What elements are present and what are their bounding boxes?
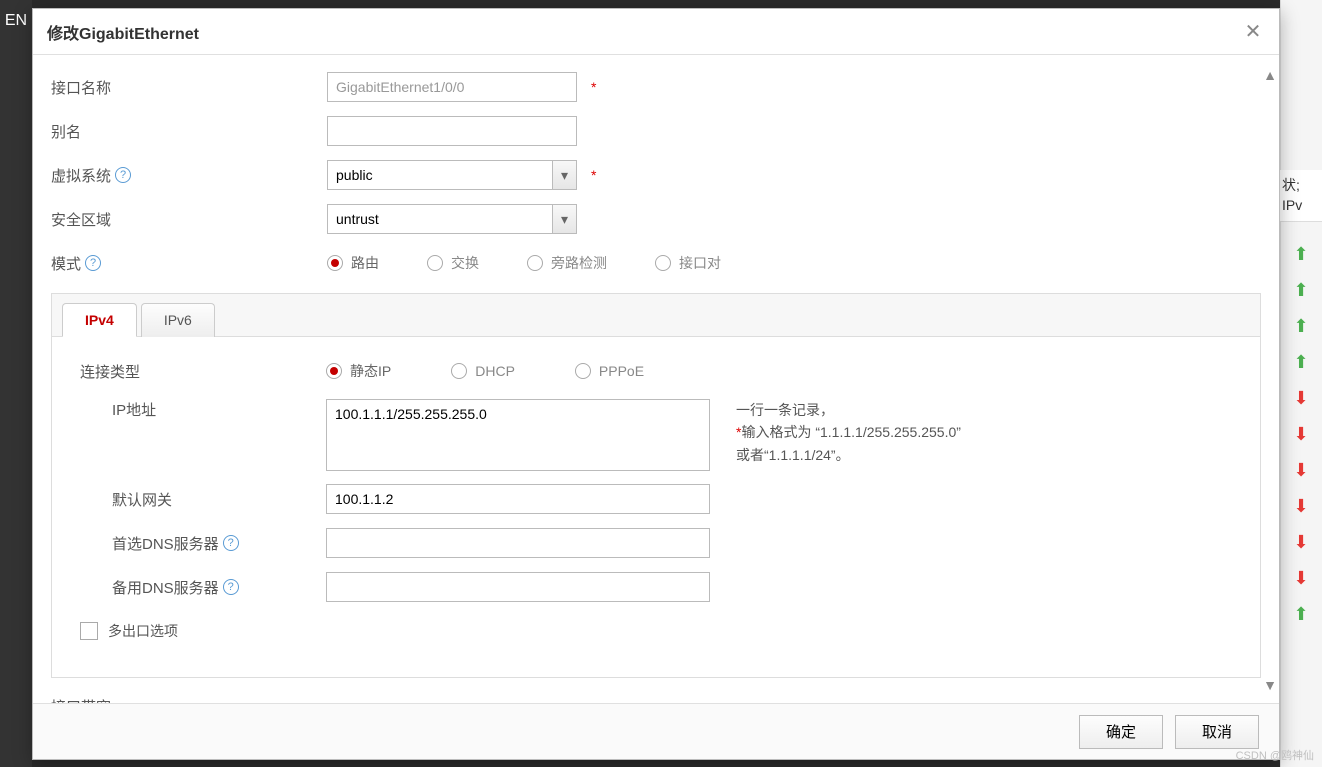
help-icon[interactable]: ? — [223, 535, 239, 551]
watermark: CSDN @鸥神仙 — [1236, 747, 1314, 763]
row-multi-exit: 多出口选项 — [80, 615, 1242, 647]
close-icon[interactable]: ✕ — [1241, 19, 1265, 44]
radio-dhcp[interactable]: DHCP — [451, 363, 515, 379]
arrow-down-icon: ⬇ — [1286, 416, 1316, 452]
row-mode: 模式 ? 路由 交换 旁路检测 接口对 — [51, 247, 1261, 279]
radio-mode-route[interactable]: 路由 — [327, 253, 379, 273]
status-arrows: ⬆ ⬆ ⬆ ⬆ ⬇ ⬇ ⬇ ⬇ ⬇ ⬇ ⬆ — [1286, 236, 1316, 632]
input-dns1[interactable] — [326, 528, 710, 558]
radio-pppoe[interactable]: PPPoE — [575, 363, 644, 379]
arrow-down-icon: ⬇ — [1286, 488, 1316, 524]
ip-tab-container: IPv4 IPv6 连接类型 静态IP DHCP PPPoE IP地址 — [51, 293, 1261, 678]
arrow-up-icon: ⬆ — [1286, 344, 1316, 380]
help-icon[interactable]: ? — [115, 167, 131, 183]
select-vsys-value[interactable] — [328, 161, 552, 189]
input-gateway[interactable] — [326, 484, 710, 514]
textarea-ip-address[interactable] — [326, 399, 710, 471]
radio-static-ip[interactable]: 静态IP — [326, 361, 391, 381]
label-gateway: 默认网关 — [80, 489, 326, 510]
ok-button[interactable]: 确定 — [1079, 715, 1163, 749]
tab-ipv4[interactable]: IPv4 — [62, 303, 137, 337]
label-alias: 别名 — [51, 121, 327, 142]
help-icon[interactable]: ? — [85, 255, 101, 271]
select-vsys[interactable]: ▾ — [327, 160, 577, 190]
checkbox-box[interactable] — [80, 622, 98, 640]
label-zone: 安全区域 — [51, 209, 327, 230]
tab-ipv6[interactable]: IPv6 — [141, 303, 215, 337]
radio-mode-switch[interactable]: 交换 — [427, 253, 479, 273]
label-dns2: 备用DNS服务器 ? — [80, 577, 326, 598]
row-zone: 安全区域 ▾ — [51, 203, 1261, 235]
input-alias[interactable] — [327, 116, 577, 146]
arrow-down-icon: ⬇ — [1286, 380, 1316, 416]
dialog-footer: 确定 取消 — [33, 703, 1279, 759]
help-icon[interactable]: ? — [223, 579, 239, 595]
input-dns2[interactable] — [326, 572, 710, 602]
arrow-down-icon: ⬇ — [1286, 524, 1316, 560]
chevron-down-icon[interactable]: ▾ — [552, 205, 576, 233]
arrow-down-icon: ⬇ — [1286, 452, 1316, 488]
scroll-down-icon[interactable]: ▼ — [1263, 677, 1277, 693]
conn-type-radio-group: 静态IP DHCP PPPoE — [326, 361, 644, 381]
label-bandwidth: 接口带宽 — [51, 696, 1261, 703]
row-dns2: 备用DNS服务器 ? — [80, 571, 1242, 603]
bg-right-panel: 状; IPv ⬆ ⬆ ⬆ ⬆ ⬇ ⬇ ⬇ ⬇ ⬇ ⬇ ⬆ — [1280, 0, 1322, 767]
row-ip-address: IP地址 一行一条记录， *输入格式为 “1.1.1.1/255.255.255… — [80, 399, 1242, 471]
dialog-title: 修改GigabitEthernet — [47, 20, 199, 44]
arrow-down-icon: ⬇ — [1286, 560, 1316, 596]
required-mark: * — [591, 79, 596, 95]
ip-hint: 一行一条记录， *输入格式为 “1.1.1.1/255.255.255.0” 或… — [736, 399, 961, 466]
arrow-up-icon: ⬆ — [1286, 272, 1316, 308]
input-interface-name — [327, 72, 577, 102]
tabs: IPv4 IPv6 — [52, 294, 1260, 337]
arrow-up-icon: ⬆ — [1286, 308, 1316, 344]
arrow-up-icon: ⬆ — [1286, 596, 1316, 632]
label-conn-type: 连接类型 — [80, 361, 326, 382]
label-interface-name: 接口名称 — [51, 77, 327, 98]
row-gateway: 默认网关 — [80, 483, 1242, 515]
dialog: 修改GigabitEthernet ✕ 接口名称 * 别名 虚拟系统 ? — [32, 8, 1280, 760]
label-dns1: 首选DNS服务器 ? — [80, 533, 326, 554]
dialog-body: 接口名称 * 别名 虚拟系统 ? ▾ * — [33, 55, 1279, 703]
radio-mode-pair[interactable]: 接口对 — [655, 253, 721, 273]
lang-indicator: EN — [5, 12, 27, 29]
row-vsys: 虚拟系统 ? ▾ * — [51, 159, 1261, 191]
row-conn-type: 连接类型 静态IP DHCP PPPoE — [80, 355, 1242, 387]
cancel-button[interactable]: 取消 — [1175, 715, 1259, 749]
label-vsys: 虚拟系统 ? — [51, 165, 327, 186]
bg-right-header: 状; IPv — [1280, 170, 1322, 222]
tab-body-ipv4: 连接类型 静态IP DHCP PPPoE IP地址 一行一条记录， *输入格式为… — [52, 337, 1260, 677]
dialog-header: 修改GigabitEthernet ✕ — [33, 9, 1279, 55]
required-mark: * — [591, 167, 596, 183]
mode-radio-group: 路由 交换 旁路检测 接口对 — [327, 253, 721, 273]
row-dns1: 首选DNS服务器 ? — [80, 527, 1242, 559]
chevron-down-icon[interactable]: ▾ — [552, 161, 576, 189]
checkbox-label: 多出口选项 — [108, 621, 178, 641]
row-alias: 别名 — [51, 115, 1261, 147]
radio-mode-bypass[interactable]: 旁路检测 — [527, 253, 607, 273]
row-interface-name: 接口名称 * — [51, 71, 1261, 103]
label-mode: 模式 ? — [51, 253, 327, 274]
label-ip-address: IP地址 — [80, 399, 326, 420]
arrow-up-icon: ⬆ — [1286, 236, 1316, 272]
checkbox-multi-exit[interactable]: 多出口选项 — [80, 621, 178, 641]
select-zone-value[interactable] — [328, 205, 552, 233]
select-zone[interactable]: ▾ — [327, 204, 577, 234]
bg-left-panel: EN — [0, 0, 32, 767]
scroll-up-icon[interactable]: ▲ — [1263, 67, 1277, 83]
